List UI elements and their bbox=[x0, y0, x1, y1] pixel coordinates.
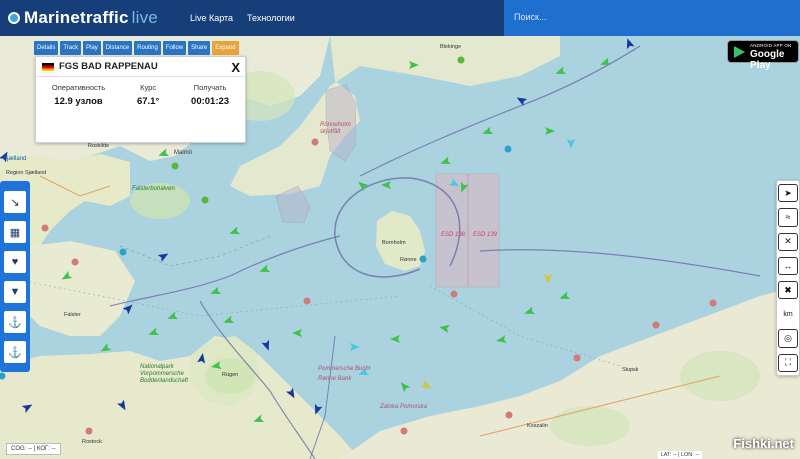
logo-icon bbox=[8, 12, 20, 24]
locate-icon[interactable]: ◎ bbox=[778, 329, 798, 348]
label-falsterbo: Falsterbohalvøn bbox=[132, 186, 176, 192]
vessel-info-panel: FGS BAD RAPPENAU X Оперативность 12.9 уз… bbox=[35, 56, 246, 143]
gplay-line2: Google Play bbox=[750, 49, 785, 71]
label-region: Region Sjælland bbox=[6, 170, 47, 176]
course-value: 67.1° bbox=[136, 96, 160, 107]
ship-icon[interactable]: ⚓ bbox=[4, 311, 26, 333]
follow-button[interactable]: Follow bbox=[162, 41, 187, 55]
label-malmo: Malmö bbox=[174, 150, 193, 156]
measure-icon[interactable]: ↔ bbox=[778, 256, 798, 276]
label-esd138: ESD 138 bbox=[441, 232, 466, 238]
speed-label: Оперативность bbox=[51, 83, 106, 92]
left-toolbar: ↘ ▦ ♥ ▼ ⚓ ⚓ bbox=[0, 181, 30, 372]
label-nationalpark: Nationalpark Vorpommersche Boddenlandsch… bbox=[140, 364, 189, 384]
filter-icon[interactable]: ▼ bbox=[4, 281, 26, 303]
fullscreen-icon[interactable]: ⛶ bbox=[778, 353, 798, 373]
share-button[interactable]: Share bbox=[188, 41, 211, 55]
search-input[interactable]: Поиск... bbox=[504, 0, 800, 36]
close-icon[interactable]: ✕ bbox=[778, 232, 798, 251]
nav-live-map[interactable]: Live Карта bbox=[190, 13, 233, 23]
compass-icon[interactable]: ➤ bbox=[778, 184, 798, 203]
exercise-zone bbox=[435, 173, 500, 288]
gplay-line1: ANDROID APP ON bbox=[750, 43, 792, 48]
play-store-icon bbox=[734, 46, 745, 58]
germany-flag-icon bbox=[42, 62, 54, 71]
label-rostock: Rostock bbox=[82, 439, 102, 445]
details-button[interactable]: Details bbox=[34, 41, 59, 55]
speed-field: Оперативность 12.9 узлов bbox=[52, 83, 105, 107]
sea-icon[interactable]: ≈ bbox=[778, 208, 798, 227]
right-toolbar: ➤ ≈ ✕ ↔ ✖ km ◎ ⛶ bbox=[776, 180, 800, 376]
label-falster: Falster bbox=[64, 312, 81, 318]
label-pommersche-bucht: Pommersche Bucht bbox=[318, 366, 371, 372]
close-panel-button[interactable]: X bbox=[231, 60, 240, 75]
map-icon[interactable]: ▦ bbox=[4, 221, 26, 243]
watermark: Fishki.net bbox=[733, 436, 794, 451]
cog-readout: COG: -- | КОГ: -- bbox=[6, 443, 61, 455]
land-germany bbox=[0, 336, 360, 459]
distance-button[interactable]: Distance bbox=[102, 41, 133, 55]
route-icon[interactable]: ↘ bbox=[4, 191, 26, 213]
google-play-badge[interactable]: ANDROID APP ON Google Play bbox=[727, 40, 799, 71]
heart-icon[interactable]: ♥ bbox=[4, 251, 26, 273]
play-button[interactable]: Play bbox=[83, 41, 101, 55]
received-value: 00:01:23 bbox=[191, 96, 230, 107]
latlon-readout: LAT: -- | LON: -- bbox=[657, 451, 702, 459]
top-bar: Marinetraffic live Live Карта Технологии… bbox=[0, 0, 800, 36]
brand-suffix: live bbox=[131, 8, 158, 27]
label-koszalin: Koszalin bbox=[527, 423, 548, 429]
label-roskilde: Roskilde bbox=[88, 143, 110, 149]
track-button[interactable]: Track bbox=[60, 41, 82, 55]
expand-button[interactable]: Expand bbox=[212, 41, 239, 55]
vessel-toolbar: Details Track Play Distance Routing Foll… bbox=[34, 41, 239, 55]
label-blekinge: Blekinge bbox=[440, 44, 462, 50]
course-label: Курс bbox=[140, 83, 157, 92]
anchor-icon[interactable]: ⚓ bbox=[4, 341, 26, 363]
label-rugen: Rügen bbox=[222, 372, 239, 378]
label-bornholm: Bornholm bbox=[382, 240, 406, 246]
clear-measure-icon[interactable]: ✖ bbox=[778, 281, 798, 300]
label-sjaelland: Sjælland bbox=[3, 156, 27, 162]
label-skjutfalt: Rönneholm skjutfält bbox=[320, 122, 351, 135]
km-unit-button[interactable]: km bbox=[778, 305, 798, 324]
label-zatoka-pomorska: Zatoka Pomorska bbox=[380, 404, 428, 410]
label-slupsk: Słupsk bbox=[622, 367, 639, 373]
label-ronne-bank: Rønne Bank bbox=[318, 376, 352, 382]
vessel-name: FGS BAD RAPPENAU bbox=[59, 61, 158, 72]
routing-button[interactable]: Routing bbox=[134, 41, 161, 55]
label-esd139: ESD 139 bbox=[473, 232, 498, 238]
speed-value: 12.9 узлов bbox=[54, 96, 103, 107]
received-field: Получать 00:01:23 bbox=[191, 83, 229, 107]
received-label: Получать bbox=[193, 83, 227, 92]
brand-name: Marinetraffic bbox=[24, 8, 129, 27]
label-ronne: Rønne bbox=[400, 257, 417, 263]
course-field: Курс 67.1° bbox=[137, 83, 159, 107]
nav-technologies[interactable]: Технологии bbox=[247, 13, 295, 23]
logo[interactable]: Marinetraffic live bbox=[8, 8, 158, 28]
